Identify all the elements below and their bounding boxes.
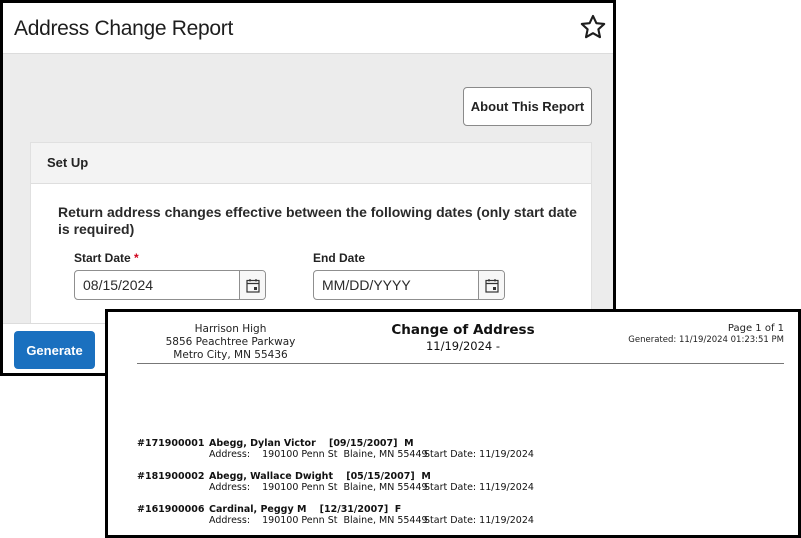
required-marker: * [134,251,139,265]
school-city: Metro City, MN 55436 [173,349,288,361]
page-info: Page 1 of 1 Generated: 11/19/2024 01:23:… [628,323,784,345]
student-start-date: Start Date: 11/19/2024 [424,449,534,460]
page-title: Address Change Report [14,17,233,40]
school-street: 5856 Peachtree Parkway [165,336,296,348]
start-date-input[interactable] [75,271,240,299]
end-date-label: End Date [313,251,366,265]
student-address: Address: 190100 Penn St Blaine, MN 55449 [209,449,428,460]
calendar-icon[interactable] [478,271,504,299]
student-start-date: Start Date: 11/19/2024 [424,482,534,493]
student-id: #171900001 [137,438,205,449]
page-number: Page 1 of 1 [727,323,784,334]
school-info: Harrison High 5856 Peachtree Parkway Met… [138,323,323,362]
student-start-date: Start Date: 11/19/2024 [424,515,534,526]
end-date-input[interactable] [314,271,479,299]
generated-timestamp: Generated: 11/19/2024 01:23:51 PM [628,335,784,345]
start-date-label-text: Start Date [74,251,131,265]
calendar-icon[interactable] [239,271,265,299]
student-name: Cardinal, Peggy M [12/31/2007] F [209,504,402,515]
student-address: Address: 190100 Penn St Blaine, MN 55449 [209,515,428,526]
student-id: #181900002 [137,471,205,482]
header-divider [137,363,784,364]
start-date-label: Start Date * [74,251,139,265]
generate-button[interactable]: Generate [14,331,95,369]
about-this-report-button[interactable]: About This Report [463,87,592,126]
setup-header: Set Up [31,143,591,184]
report-title: Change of Address [391,322,535,338]
student-address: Address: 190100 Penn St Blaine, MN 55449 [209,482,428,493]
report-preview: Harrison High 5856 Peachtree Parkway Met… [105,309,801,538]
school-name: Harrison High [194,323,267,335]
student-id: #161900006 [137,504,205,515]
report-date-range: 11/19/2024 - [425,339,501,353]
report-title-block: Change of Address 11/19/2024 - [358,322,568,353]
student-name: Abegg, Dylan Victor [09/15/2007] M [209,438,414,449]
app-header: Address Change Report [3,3,613,54]
star-outline-icon[interactable] [579,13,607,41]
student-name: Abegg, Wallace Dwight [05/15/2007] M [209,471,431,482]
end-date-field [313,270,505,300]
start-date-field [74,270,266,300]
setup-instructions: Return address changes effective between… [58,204,577,237]
